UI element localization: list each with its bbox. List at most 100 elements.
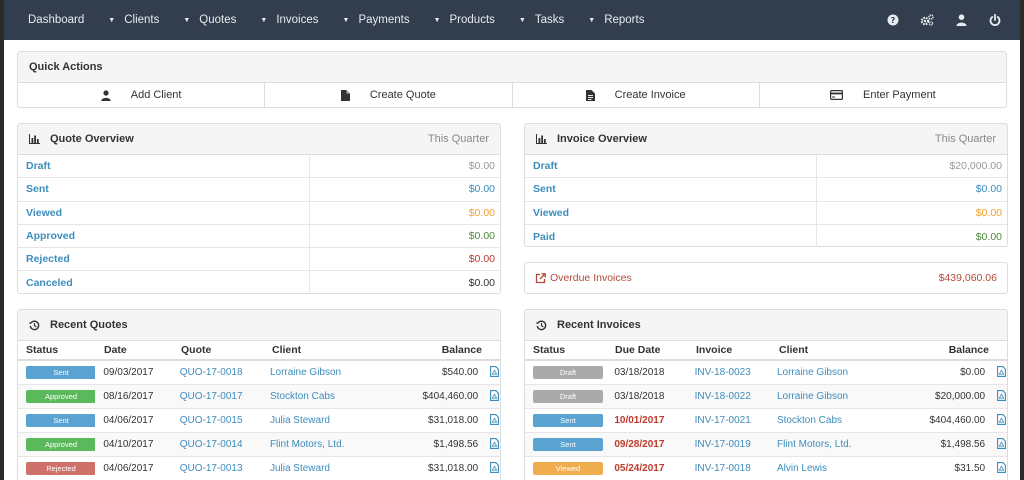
nav-item-clients[interactable]: ▼ Clients (96, 0, 171, 40)
overdue-invoices-label: Overdue Invoices (550, 272, 632, 284)
overview-link-sent[interactable]: Sent (18, 178, 310, 201)
pdf-icon[interactable] (488, 365, 500, 377)
overview-link-canceled[interactable]: Canceled (18, 271, 310, 293)
document-number-link[interactable]: QUO-17-0013 (172, 463, 262, 474)
document-number-link[interactable]: INV-18-0022 (687, 391, 769, 402)
pdf-icon[interactable] (488, 413, 500, 425)
nav-menu: Dashboard ▼ Clients ▼ Quotes ▼ Invoices ▼ Paymen… (4, 0, 656, 40)
recent-invoices-header: Status Due Date Invoice Client Balance (525, 341, 1007, 361)
client-link[interactable]: Julia Steward (262, 463, 381, 474)
status-badge: Sent (533, 414, 603, 427)
column-header-client: Client (272, 344, 302, 356)
column-header-balance: Balance (441, 344, 482, 356)
balance-cell: $0.00 (960, 367, 986, 378)
client-link[interactable]: Stockton Cabs (262, 391, 381, 402)
recent-quotes-heading: Recent Quotes (18, 310, 500, 341)
status-badge: Draft (533, 390, 603, 403)
balance-cell: $31,018.00 (428, 415, 479, 426)
nav-item-label: Payments (358, 14, 410, 26)
pdf-icon[interactable] (995, 461, 1007, 473)
app-window: Dashboard ▼ Clients ▼ Quotes ▼ Invoices ▼ Paymen… (0, 0, 1024, 480)
button-label: Add Client (130, 89, 182, 101)
overview-amount: $0.00 (975, 206, 1002, 219)
pdf-icon[interactable] (488, 461, 500, 473)
quick-actions-panel: Quick Actions Add Client Create Quote Crea… (17, 51, 1007, 108)
overview-amount: $0.00 (468, 160, 495, 173)
question-icon[interactable]: ? (876, 0, 910, 40)
nav-item-products[interactable]: ▼ Products (422, 0, 507, 40)
client-link[interactable]: Alvin Lewis (769, 463, 886, 474)
nav-item-tasks[interactable]: ▼ Tasks (507, 0, 576, 40)
nav-item-payments[interactable]: ▼ Payments (331, 0, 422, 40)
history-icon (29, 320, 40, 331)
power-icon[interactable] (978, 0, 1012, 40)
recent-invoices-title: Recent Invoices (557, 319, 641, 331)
balance-cell: $31,018.00 (428, 463, 479, 474)
status-cell: Sent (525, 414, 606, 427)
recent-quotes-title: Recent Quotes (50, 319, 128, 331)
document-number-link[interactable]: QUO-17-0018 (172, 367, 262, 378)
pdf-cell (478, 365, 500, 380)
column-header-quote: Quote (181, 344, 212, 356)
document-number-link[interactable]: INV-17-0019 (687, 439, 769, 450)
pdf-cell (478, 389, 500, 404)
user-icon[interactable] (944, 0, 978, 40)
status-cell: Sent (18, 414, 96, 427)
table-row: Approved 04/10/2017 QUO-17-0014 Flint Motor… (18, 433, 500, 457)
svg-text:?: ? (891, 16, 896, 25)
overview-link-viewed[interactable]: Viewed (525, 201, 817, 224)
nav-item-reports[interactable]: ▼ Reports (576, 0, 656, 40)
overview-link-rejected[interactable]: Rejected (18, 248, 310, 271)
document-number-link[interactable]: QUO-17-0017 (172, 391, 262, 402)
overview-amount: $0.00 (468, 230, 495, 243)
overview-link-draft[interactable]: Draft (18, 155, 310, 178)
pdf-icon[interactable] (995, 389, 1007, 401)
overview-link-viewed[interactable]: Viewed (18, 201, 310, 224)
document-number-link[interactable]: QUO-17-0014 (172, 439, 262, 450)
client-link[interactable]: Flint Motors, Ltd. (262, 439, 381, 450)
enter-payment-button[interactable]: Enter Payment (760, 83, 1006, 107)
quote-overview-rows: Draft $0.00 Sent $0.00 Viewed $0.00 Approved $0… (18, 155, 500, 293)
cogs-icon[interactable] (910, 0, 944, 40)
create-invoice-button[interactable]: Create Invoice (513, 83, 760, 107)
create-quote-button[interactable]: Create Quote (265, 83, 513, 107)
external-link-icon (535, 272, 546, 283)
document-number-link[interactable]: QUO-17-0015 (172, 415, 262, 426)
nav-item-dashboard[interactable]: Dashboard (4, 0, 96, 40)
column-header-status: Status (26, 344, 59, 356)
overview-link-approved[interactable]: Approved (18, 224, 310, 248)
date-cell: 05/24/2017 (614, 463, 665, 474)
overview-amount: $20,000.00 (949, 160, 1002, 173)
pdf-icon[interactable] (488, 437, 500, 449)
document-number-link[interactable]: INV-17-0021 (687, 415, 769, 426)
nav-item-invoices[interactable]: ▼ Invoices (248, 0, 330, 40)
client-link[interactable]: Julia Steward (262, 415, 381, 426)
overview-row-rejected: Rejected $0.00 (18, 248, 500, 272)
client-link[interactable]: Lorraine Gibson (769, 367, 886, 378)
status-badge: Approved (26, 438, 96, 451)
pdf-icon[interactable] (995, 437, 1007, 449)
pdf-icon[interactable] (488, 389, 500, 401)
overview-link-draft[interactable]: Draft (525, 155, 817, 178)
client-link[interactable]: Lorraine Gibson (769, 391, 886, 402)
overview-link-sent[interactable]: Sent (525, 178, 817, 201)
add-client-button[interactable]: Add Client (18, 83, 266, 107)
nav-item-quotes[interactable]: ▼ Quotes (171, 0, 248, 40)
overview-row-approved: Approved $0.00 (18, 224, 500, 249)
overview-row-sent: Sent $0.00 (525, 178, 1007, 202)
invoice-overview-rows: Draft $20,000.00 Sent $0.00 Viewed $0.00 Paid $… (525, 155, 1007, 246)
document-number-link[interactable]: INV-17-0018 (687, 463, 769, 474)
document-number-link[interactable]: INV-18-0023 (687, 367, 769, 378)
quote-overview-title: Quote Overview (50, 133, 134, 145)
quick-actions-title: Quick Actions (29, 61, 103, 73)
client-link[interactable]: Flint Motors, Ltd. (769, 439, 886, 450)
balance-cell: $404,460.00 (929, 415, 986, 426)
client-link[interactable]: Lorraine Gibson (262, 367, 381, 378)
pdf-icon[interactable] (995, 365, 1007, 377)
overdue-invoices-link[interactable]: Overdue Invoices $439,060.06 (524, 262, 1008, 294)
overview-link-paid[interactable]: Paid (525, 224, 817, 246)
table-row: Sent 10/01/2017 INV-17-0021 Stockton Cabs $4… (525, 409, 1007, 433)
client-link[interactable]: Stockton Cabs (769, 415, 886, 426)
pdf-cell (985, 437, 1007, 452)
pdf-icon[interactable] (995, 413, 1007, 425)
